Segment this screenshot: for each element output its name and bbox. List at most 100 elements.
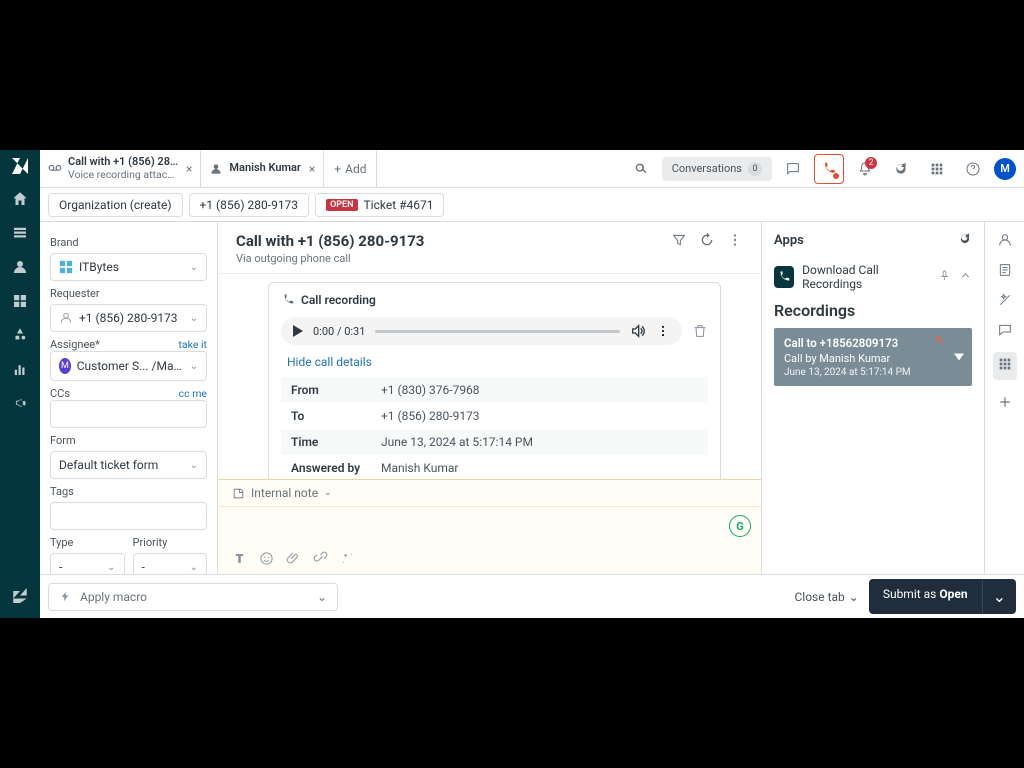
top-tab-bar: Call with +1 (856) 280-9... Voice record… (40, 150, 1024, 188)
tags-input[interactable] (50, 502, 207, 530)
refresh-icon[interactable] (958, 232, 972, 246)
assignee-select[interactable]: M Customer S... /Manish Ku... ⌄ (50, 351, 207, 381)
reports-icon[interactable] (11, 360, 29, 378)
add-tab-label: Add (345, 162, 366, 176)
grammarly-icon[interactable]: G (729, 515, 751, 537)
help-button[interactable] (958, 154, 988, 184)
tab-user[interactable]: Manish Kumar × (201, 150, 324, 187)
profile-avatar[interactable]: M (994, 158, 1016, 180)
composer-body[interactable]: G (218, 507, 761, 551)
brand-select[interactable]: ITBytes⌄ (50, 253, 207, 281)
ccs-input[interactable] (50, 400, 207, 428)
assignee-label: Assignee* (50, 338, 100, 351)
chevron-down-icon: ⌄ (849, 590, 859, 604)
ticket-title: Call with +1 (856) 280-9173 (236, 232, 424, 250)
audio-player[interactable]: 0:00 / 0:31 (281, 317, 682, 345)
left-nav-rail (0, 150, 40, 618)
user-icon[interactable] (997, 232, 1013, 248)
chat-icon (785, 161, 801, 177)
chat-button[interactable] (778, 154, 808, 184)
form-select[interactable]: Default ticket form⌄ (50, 451, 207, 479)
edit-icon[interactable]: ✎ (935, 334, 944, 347)
note-icon (232, 487, 245, 500)
refresh-button[interactable] (886, 154, 916, 184)
zendesk-logo[interactable] (12, 158, 28, 174)
zendesk-z-icon[interactable] (11, 588, 29, 606)
org-chip[interactable]: Organization (create) (48, 193, 183, 217)
priority-select[interactable]: -⌄ (133, 553, 208, 574)
grid-icon (929, 161, 945, 177)
ticket-chip[interactable]: OPEN Ticket #4671 (315, 193, 444, 217)
search-button[interactable] (626, 154, 656, 184)
user-icon (59, 311, 73, 325)
notif-badge: 2 (865, 157, 877, 169)
conversation-pane: Call with +1 (856) 280-9173 Via outgoing… (218, 222, 762, 574)
chevron-down-icon: ⌄ (317, 590, 327, 604)
admin-icon[interactable] (11, 394, 29, 412)
plus-icon[interactable] (997, 394, 1013, 410)
filter-icon[interactable] (671, 232, 687, 248)
chat-icon[interactable] (997, 322, 1013, 338)
add-tab-button[interactable]: +Add (324, 150, 377, 187)
knowledge-icon[interactable] (997, 262, 1013, 278)
emoji-icon[interactable] (259, 551, 274, 566)
magic-icon[interactable] (340, 551, 355, 566)
audio-more-icon[interactable] (656, 324, 670, 338)
notifications-button[interactable]: 2 (850, 154, 880, 184)
recording-by: Call by Manish Kumar (784, 352, 946, 365)
submit-caret[interactable]: ⌄ (982, 579, 1016, 614)
app-item[interactable]: Download Call Recordings (774, 259, 972, 295)
user-icon (209, 162, 223, 176)
macro-select[interactable]: Apply macro⌄ (48, 583, 338, 611)
requester-select[interactable]: +1 (856) 280-9173⌄ (50, 304, 207, 332)
expand-icon[interactable] (954, 354, 964, 361)
more-icon[interactable] (727, 232, 743, 248)
call-details-table: From+1 (830) 376-7968 To+1 (856) 280-917… (281, 377, 708, 479)
search-icon (633, 161, 649, 177)
apps-button[interactable] (922, 154, 952, 184)
apps-rail-button[interactable] (993, 352, 1017, 380)
type-select[interactable]: -⌄ (50, 553, 125, 574)
close-tab-button[interactable]: Close tab ⌄ (794, 590, 858, 604)
org-icon[interactable] (11, 292, 29, 310)
spark-icon[interactable] (997, 292, 1013, 308)
tab-call[interactable]: Call with +1 (856) 280-9... Voice record… (40, 150, 201, 187)
views-icon[interactable] (11, 224, 29, 242)
attach-icon[interactable] (286, 551, 301, 566)
home-icon[interactable] (11, 190, 29, 208)
close-icon[interactable]: × (309, 162, 315, 176)
link-icon[interactable] (313, 551, 328, 566)
cc-me-link[interactable]: cc me (179, 387, 207, 400)
priority-label: Priority (133, 536, 208, 549)
apps-title: Apps (774, 233, 804, 248)
close-icon[interactable]: × (186, 162, 192, 176)
history-icon[interactable] (699, 232, 715, 248)
recording-card[interactable]: Call to +18562809173 Call by Manish Kuma… (774, 328, 972, 386)
text-icon[interactable] (232, 551, 247, 566)
chevron-down-icon: ⌄ (324, 488, 332, 498)
customers-icon[interactable] (11, 258, 29, 276)
grid-icon (997, 356, 1013, 372)
brand-label: Brand (50, 236, 207, 249)
hide-details-link[interactable]: Hide call details (287, 355, 372, 369)
phone-chip[interactable]: +1 (856) 280-9173 (189, 193, 310, 217)
audio-track[interactable] (375, 330, 620, 333)
talk-button[interactable] (814, 154, 844, 184)
chevron-down-icon: ⌄ (190, 460, 198, 471)
composer-mode[interactable]: Internal note ⌄ (218, 480, 761, 507)
shapes-icon[interactable] (11, 326, 29, 344)
apps-pane: Apps Download Call Recordings Recordings… (762, 222, 984, 574)
volume-icon[interactable] (630, 323, 646, 339)
pin-icon[interactable] (938, 269, 951, 282)
composer-toolbar (218, 551, 761, 574)
collapse-icon[interactable] (959, 269, 972, 282)
play-icon[interactable] (293, 325, 303, 337)
take-it-link[interactable]: take it (178, 338, 207, 351)
conversations-pill[interactable]: Conversations 0 (662, 157, 772, 181)
recording-label: Call recording (301, 293, 376, 307)
chevron-down-icon: ⌄ (190, 562, 198, 573)
trash-icon[interactable] (692, 323, 708, 339)
tab-title: Call with +1 (856) 280-9... (68, 156, 178, 169)
submit-button[interactable]: Submit as Open (869, 579, 982, 614)
context-bar: Organization (create) +1 (856) 280-9173 … (40, 188, 1024, 222)
